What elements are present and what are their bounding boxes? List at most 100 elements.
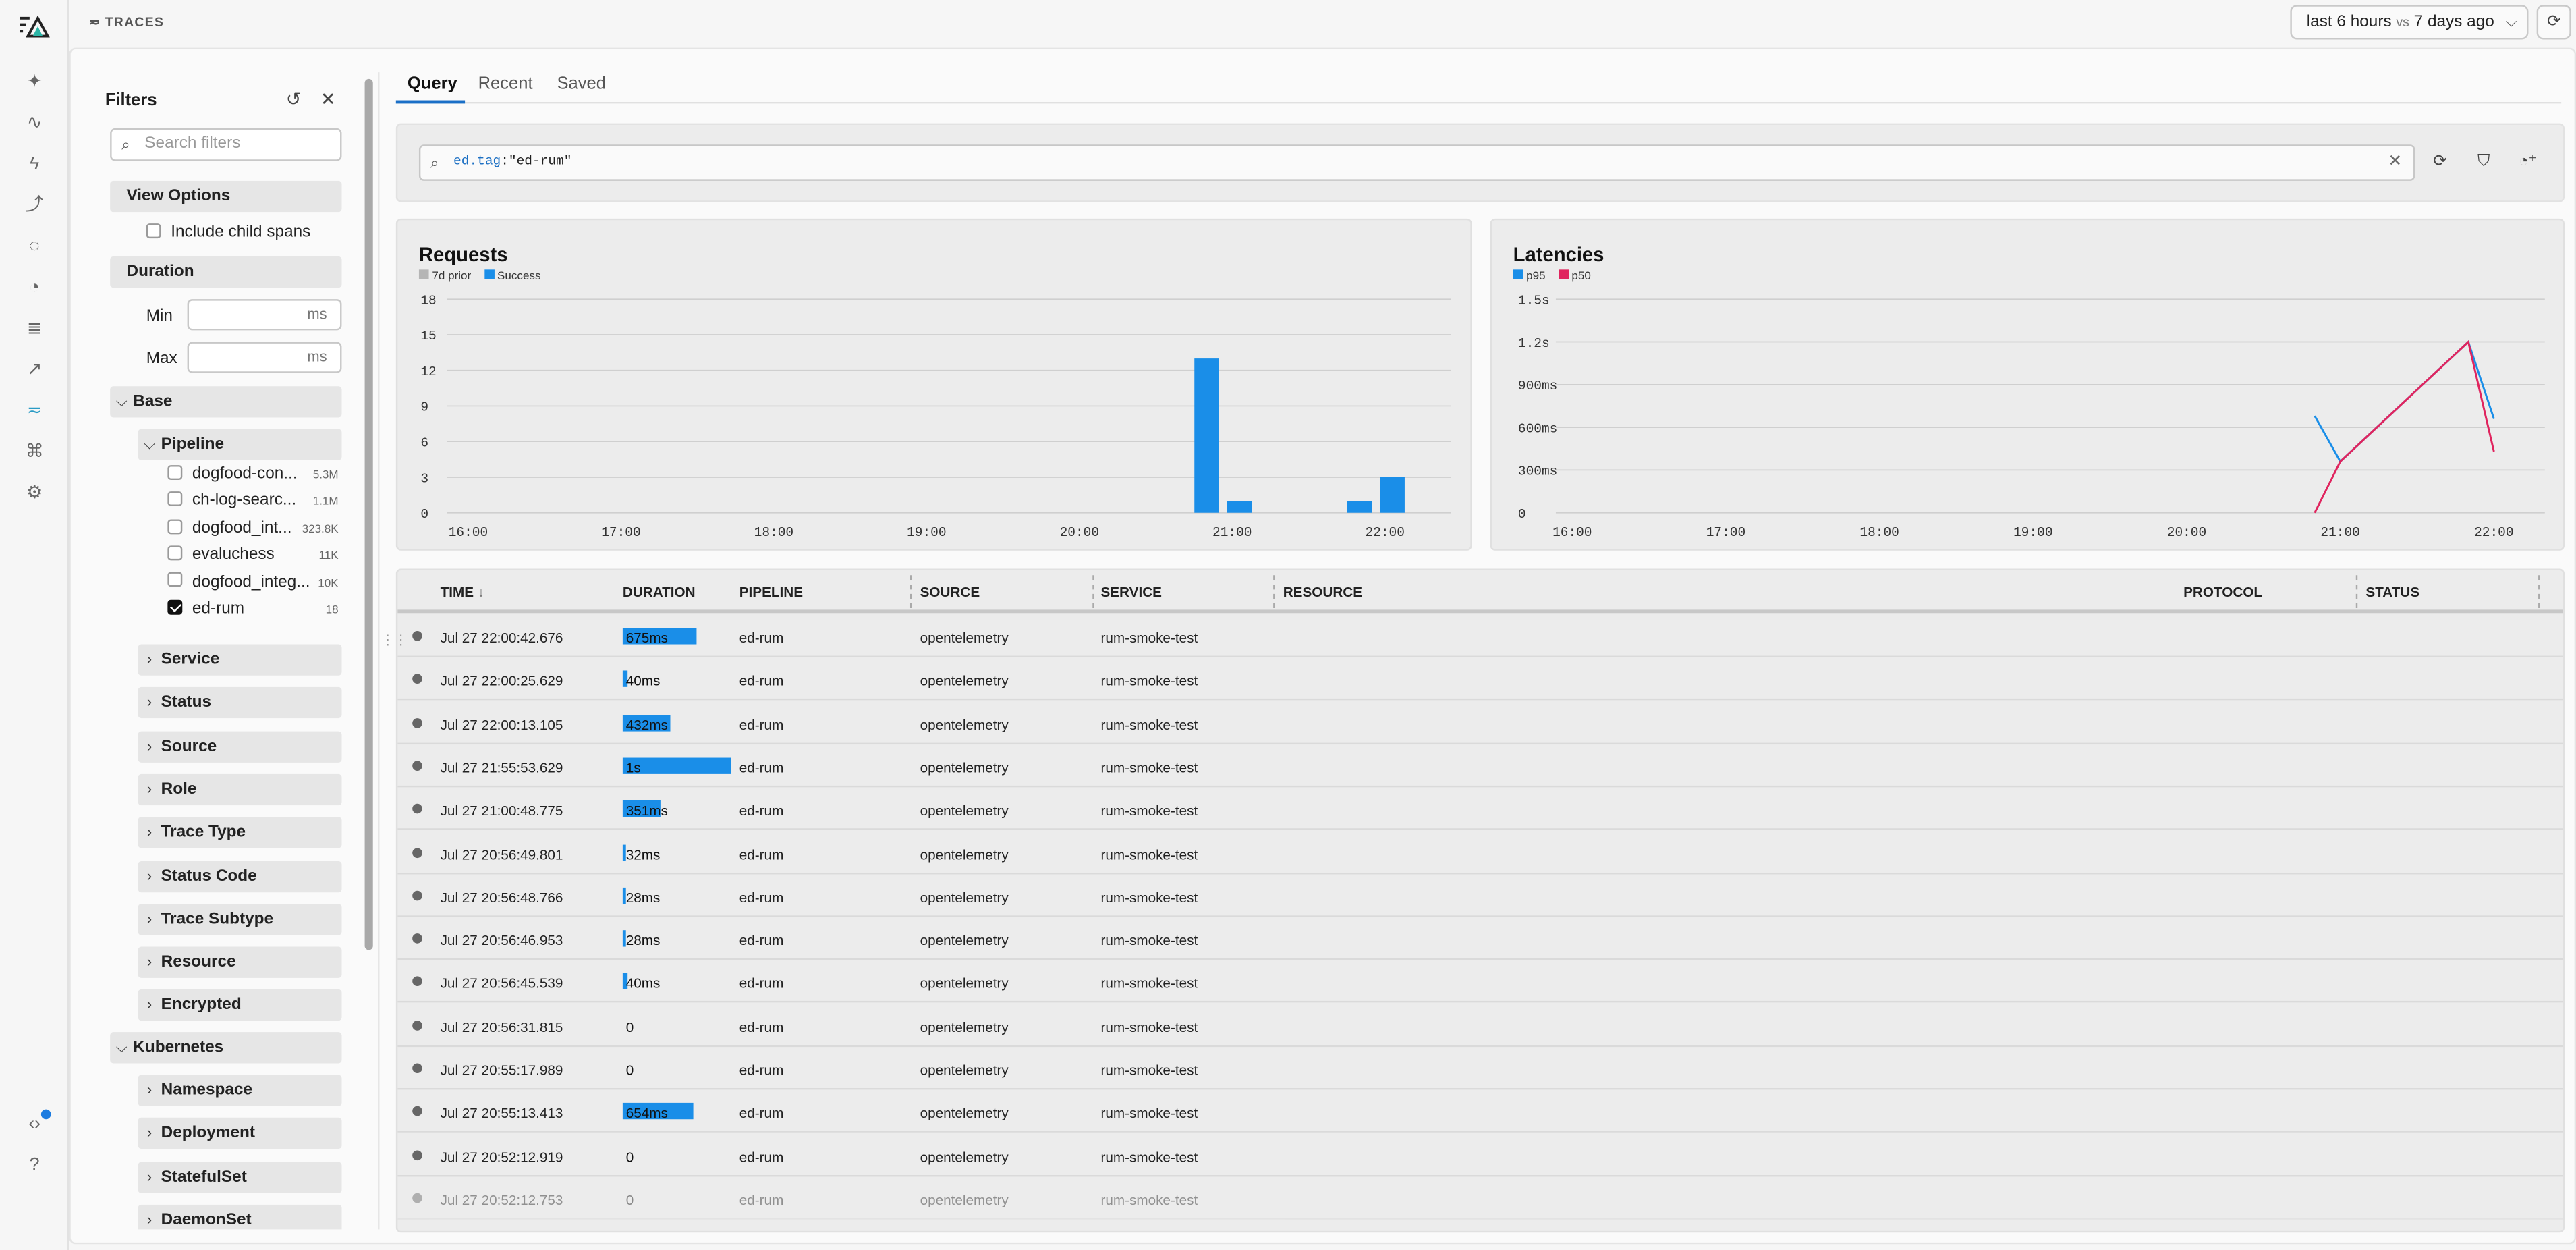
tab-saved[interactable]: Saved: [557, 74, 606, 94]
pipeline-option[interactable]: dogfood_integ... 10K: [167, 571, 339, 594]
table-row[interactable]: Jul 27 20:55:13.413 654ms ed-rum openteleme…: [397, 1090, 2563, 1133]
pipeline-checkbox[interactable]: [167, 599, 183, 615]
filter-group-status-code[interactable]: › Status Code: [138, 860, 342, 892]
clear-query-icon[interactable]: ✕: [2388, 146, 2402, 180]
time-range-picker[interactable]: last 6 hours vs 7 days ago ⌵: [2290, 5, 2529, 40]
col-resource[interactable]: RESOURCE: [1283, 583, 1362, 599]
col-pipeline[interactable]: PIPELINE: [739, 583, 803, 599]
cell-source: opentelemetry: [920, 759, 1009, 776]
table-row[interactable]: Jul 27 20:52:12.753 0 ed-rum opentelemetry r…: [397, 1176, 2563, 1220]
table-row[interactable]: Jul 27 22:00:42.676 675ms ed-rum openteleme…: [397, 615, 2563, 657]
column-divider[interactable]: [2355, 575, 2358, 608]
row-status-dot: [412, 631, 422, 641]
events-bolt-icon[interactable]: ϟ: [23, 153, 46, 175]
filter-group-trace-subtype[interactable]: › Trace Subtype: [138, 903, 342, 935]
table-row[interactable]: Jul 27 20:52:12.919 0 ed-rum opentelemetry r…: [397, 1133, 2563, 1176]
table-row[interactable]: Jul 27 20:56:45.539 40ms ed-rum opentelemet…: [397, 960, 2563, 1004]
insights-bulb-icon[interactable]: ◌: [23, 235, 46, 258]
table-row[interactable]: Jul 27 21:55:53.629 1s ed-rum opentelemetry…: [397, 744, 2563, 788]
column-divider[interactable]: [1273, 575, 1275, 608]
filter-group-statefulset[interactable]: › StatefulSet: [138, 1161, 342, 1193]
filter-group-encrypted[interactable]: › Encrypted: [138, 989, 342, 1022]
filter-group-role[interactable]: › Role: [138, 773, 342, 805]
col-protocol[interactable]: PROTOCOL: [2183, 583, 2262, 599]
close-filters-icon[interactable]: ✕: [320, 88, 335, 110]
filter-group-status[interactable]: › Status: [138, 687, 342, 719]
pipeline-checkbox[interactable]: [167, 491, 183, 507]
min-duration-input[interactable]: ms: [187, 299, 342, 331]
filter-group-trace-type[interactable]: › Trace Type: [138, 817, 342, 848]
table-row[interactable]: Jul 27 20:55:17.989 0 ed-rum opentelemetry r…: [397, 1047, 2563, 1090]
pipeline-option[interactable]: ed-rum 18: [167, 598, 339, 621]
filters-scrollbar[interactable]: [364, 78, 373, 950]
filter-group-deployment[interactable]: › Deployment: [138, 1118, 342, 1149]
base-section[interactable]: ⌵ Base: [110, 386, 342, 418]
kubernetes-section[interactable]: ⌵ Kubernetes: [110, 1032, 342, 1064]
table-row[interactable]: Jul 27 21:00:48.775 351ms ed-rum openteleme…: [397, 788, 2563, 831]
table-row[interactable]: Jul 27 20:56:31.815 0 ed-rum opentelemetry r…: [397, 1004, 2563, 1047]
col-time[interactable]: TIME ↓: [441, 583, 485, 599]
integrations-icon[interactable]: ⌘: [23, 441, 46, 464]
run-query-icon[interactable]: ⟳: [2433, 153, 2446, 171]
pipeline-checkbox[interactable]: [167, 572, 183, 588]
app-logo[interactable]: [18, 15, 51, 38]
traces-table: TIME ↓ DURATION PIPELINE SOURCE SERVICE …: [395, 568, 2565, 1233]
help-icon[interactable]: ?: [23, 1153, 46, 1176]
metrics-icon[interactable]: ∿: [23, 112, 46, 135]
tab-recent[interactable]: Recent: [478, 74, 533, 94]
query-input[interactable]: ⌕ ed.tag:"ed-rum" ✕: [418, 144, 2415, 181]
trend-icon[interactable]: ↗: [23, 358, 46, 381]
refresh-button[interactable]: ⟳: [2536, 5, 2571, 40]
cell-time: Jul 27 22:00:25.629: [440, 672, 563, 689]
traces-icon[interactable]: ≂: [23, 400, 46, 423]
table-row[interactable]: Jul 27 20:56:46.953 28ms ed-rum opentelemet…: [397, 917, 2563, 960]
max-duration-input[interactable]: ms: [187, 342, 342, 373]
filter-group-resource[interactable]: › Resource: [138, 946, 342, 979]
reset-filters-icon[interactable]: ↺: [286, 88, 301, 110]
include-child-spans-checkbox[interactable]: [146, 223, 161, 238]
panel-resize-handle[interactable]: ⋮⋮: [381, 632, 408, 665]
cell-source: opentelemetry: [920, 1148, 1009, 1165]
cell-time: Jul 27 20:56:45.539: [440, 975, 563, 992]
filter-search-input[interactable]: ⌕ Search filters: [110, 128, 342, 161]
table-row[interactable]: Jul 27 20:56:49.801 32ms ed-rum opentelemet…: [397, 831, 2563, 874]
filter-group-namespace[interactable]: › Namespace: [138, 1075, 342, 1106]
cell-service: rum-smoke-test: [1100, 1018, 1198, 1035]
pipeline-section[interactable]: ⌵ Pipeline: [138, 429, 342, 460]
settings-gear-icon[interactable]: ⚙: [23, 481, 46, 504]
pipeline-option[interactable]: evaluchess 11K: [167, 544, 339, 567]
bookmark-icon[interactable]: ⛉: [2477, 153, 2490, 171]
save-to-dashboard-icon[interactable]: ◔⁺: [2519, 153, 2538, 171]
column-divider[interactable]: [909, 575, 912, 608]
pipeline-option[interactable]: dogfood_int... 323.8K: [167, 518, 339, 541]
filter-group-source[interactable]: › Source: [138, 730, 342, 762]
ai-sparkle-icon[interactable]: ✦: [23, 71, 46, 94]
cell-time: Jul 27 20:56:48.766: [440, 888, 563, 906]
pipeline-option[interactable]: dogfood-con... 5.3M: [167, 464, 339, 487]
pipeline-checkbox[interactable]: [167, 545, 183, 561]
view-options-section[interactable]: View Options: [110, 180, 342, 213]
table-row[interactable]: Jul 27 22:00:25.629 40ms ed-rum opentelemet…: [397, 658, 2563, 701]
pipeline-option[interactable]: ch-log-searc... 1.1M: [167, 491, 339, 514]
log-search-icon[interactable]: ≣: [23, 317, 46, 340]
chevron-right-icon: ›: [146, 953, 152, 970]
cell-source: opentelemetry: [920, 629, 1009, 646]
duration-section[interactable]: Duration: [110, 256, 342, 288]
filter-group-service[interactable]: › Service: [138, 644, 342, 676]
pipeline-checkbox[interactable]: [167, 518, 183, 534]
tab-query[interactable]: Query: [408, 74, 457, 94]
table-row[interactable]: Jul 27 22:00:13.105 432ms ed-rum openteleme…: [397, 701, 2563, 744]
col-duration[interactable]: DURATION: [623, 583, 696, 599]
col-status[interactable]: STATUS: [2365, 583, 2419, 599]
dashboard-gauge-icon[interactable]: ◔: [23, 276, 46, 299]
x-tick-label: 16:00: [1552, 525, 1592, 540]
filter-group-daemonset[interactable]: › DaemonSet: [138, 1204, 342, 1230]
column-divider[interactable]: [2538, 575, 2540, 608]
col-service[interactable]: SERVICE: [1100, 583, 1162, 599]
include-child-spans-option[interactable]: Include child spans: [146, 222, 310, 245]
col-source[interactable]: SOURCE: [920, 583, 980, 599]
column-divider[interactable]: [1092, 575, 1094, 608]
table-row[interactable]: Jul 27 20:56:48.766 28ms ed-rum opentelemet…: [397, 874, 2563, 917]
pipeline-checkbox[interactable]: [167, 464, 183, 480]
pipeline-icon[interactable]: ⤴: [23, 194, 46, 217]
